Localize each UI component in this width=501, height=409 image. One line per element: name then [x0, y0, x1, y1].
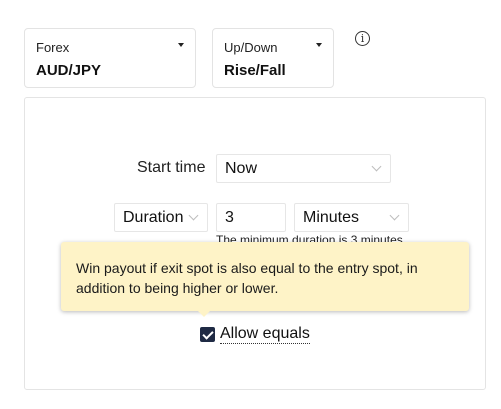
market-selector[interactable]: Forex AUD/JPY	[24, 28, 196, 88]
allow-equals-tooltip: Win payout if exit spot is also equal to…	[61, 242, 469, 311]
chevron-down-icon	[188, 210, 199, 221]
duration-type-select[interactable]: Duration	[114, 203, 208, 232]
market-value: AUD/JPY	[36, 62, 102, 79]
trade-type-value: Rise/Fall	[224, 62, 286, 79]
start-time-select[interactable]: Now	[216, 154, 391, 183]
start-time-value: Now	[225, 160, 258, 177]
trade-category-label: Up/Down	[224, 40, 278, 55]
info-circle-icon[interactable]: i	[355, 31, 370, 46]
duration-type-value: Duration	[123, 209, 184, 226]
trade-type-selector[interactable]: Up/Down Rise/Fall	[212, 28, 334, 88]
duration-unit-select[interactable]: Minutes	[294, 203, 409, 232]
chevron-down-icon	[389, 210, 400, 221]
caret-down-icon	[316, 43, 322, 47]
duration-amount-input[interactable]	[216, 203, 286, 232]
allow-equals-checkbox[interactable]	[200, 327, 215, 342]
start-time-label: Start time	[137, 159, 206, 176]
market-category-label: Forex	[36, 40, 70, 55]
chevron-down-icon	[371, 161, 382, 172]
allow-equals-label[interactable]: Allow equals	[220, 325, 310, 344]
duration-unit-value: Minutes	[303, 209, 360, 226]
tooltip-text: Win payout if exit spot is also equal to…	[76, 260, 418, 296]
tooltip-arrow	[198, 311, 210, 317]
caret-down-icon	[178, 43, 184, 47]
